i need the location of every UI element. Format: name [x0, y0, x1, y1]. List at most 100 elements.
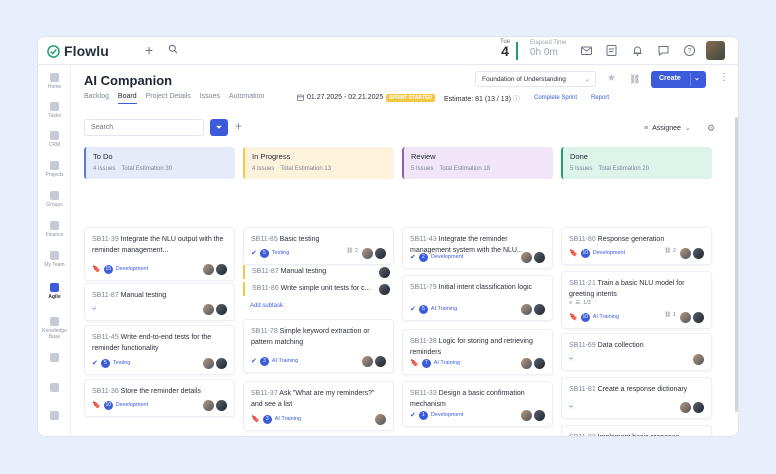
issue-card[interactable]: SB11-45 Write end-to-end tests for the r… — [84, 325, 235, 375]
search-input[interactable] — [84, 119, 204, 136]
avatar[interactable] — [534, 358, 545, 369]
sidebar-item-app-11[interactable] — [38, 411, 71, 420]
avatar[interactable] — [203, 264, 214, 275]
notes-icon[interactable] — [605, 44, 618, 57]
board-settings-icon[interactable]: ⚙ — [707, 123, 715, 134]
logo[interactable]: Flowlu — [47, 43, 109, 59]
issue-card[interactable]: SB11-78 Simple keyword extraction or pat… — [243, 319, 394, 373]
report-link[interactable]: Report — [591, 95, 609, 101]
sidebar-item-agile[interactable]: Agile — [38, 283, 71, 300]
star-icon[interactable]: ★ — [607, 73, 616, 84]
tab-project-details[interactable]: Project Details — [146, 93, 191, 104]
add-subtask-link[interactable]: Add subtask — [243, 302, 394, 309]
avatar[interactable] — [362, 356, 373, 367]
assignees: ⛓ 2 — [346, 248, 386, 259]
issue-card[interactable]: SB11-79 Initial intent classification lo… — [402, 275, 553, 321]
avatar[interactable] — [521, 410, 532, 421]
sidebar-item-app-9[interactable] — [38, 353, 71, 362]
sidebar-item-tasks[interactable]: Tasks — [38, 102, 71, 119]
avatar[interactable] — [375, 356, 386, 367]
avatar[interactable] — [216, 304, 227, 315]
avatar[interactable] — [521, 358, 532, 369]
tab-issues[interactable]: Issues — [200, 93, 220, 104]
calendar-date[interactable]: Tue 4 — [498, 39, 512, 58]
avatar[interactable] — [521, 304, 532, 315]
avatar[interactable] — [375, 414, 386, 425]
help-icon[interactable]: ? — [683, 44, 696, 57]
more-icon[interactable]: ⋮ — [719, 72, 729, 83]
avatar[interactable] — [680, 312, 691, 323]
avatar[interactable] — [534, 410, 545, 421]
sidebar-item-finance[interactable]: Finance — [38, 221, 71, 238]
avatar[interactable] — [375, 248, 386, 259]
add-icon[interactable]: + — [145, 42, 153, 58]
avatar[interactable] — [216, 264, 227, 275]
avatar[interactable] — [216, 400, 227, 411]
bell-icon[interactable] — [631, 44, 644, 57]
link-icon[interactable]: ⛓ — [629, 74, 640, 85]
chevron-down-icon[interactable]: ⌄ — [694, 74, 700, 82]
issue-card[interactable]: SB11-33 Design a basic confirmation mech… — [402, 381, 553, 427]
avatar[interactable] — [693, 354, 704, 365]
vertical-scrollbar[interactable] — [735, 117, 738, 412]
avatar[interactable] — [203, 358, 214, 369]
chat-icon[interactable] — [657, 44, 670, 57]
issue-card[interactable]: SB11-82 Implement basic response selecti… — [561, 425, 712, 436]
search-icon[interactable] — [168, 44, 178, 54]
issue-card[interactable]: SB11-39 Integrate the NLU output with th… — [84, 227, 235, 281]
avatar[interactable] — [362, 248, 373, 259]
avatar[interactable] — [379, 284, 390, 295]
avatar[interactable] — [203, 400, 214, 411]
issue-card[interactable]: SB11-87 Manual testing ⑂ — [84, 283, 235, 321]
tab-automation[interactable]: Automation — [229, 93, 264, 104]
sidebar-item-home[interactable]: Home — [38, 73, 71, 90]
info-icon[interactable]: ⓘ — [513, 96, 520, 103]
filter-button[interactable]: ⏷ — [210, 119, 228, 136]
avatar[interactable] — [693, 312, 704, 323]
assignees — [521, 252, 545, 263]
avatar[interactable] — [680, 248, 691, 259]
add-column-icon[interactable]: + — [235, 119, 242, 133]
avatar[interactable] — [693, 402, 704, 413]
avatar[interactable] — [379, 267, 390, 278]
assignee-label: Assignee — [652, 124, 681, 132]
sidebar-item-projects[interactable]: Projects — [38, 161, 71, 178]
sidebar-item-groups[interactable]: Groups — [38, 191, 71, 208]
sidebar-item-knowledge-base[interactable]: Knowledge Base — [38, 317, 71, 340]
issue-card[interactable]: SB11-38 Logic for storing and retrieving… — [402, 329, 553, 375]
avatar[interactable] — [521, 252, 532, 263]
subtask-row[interactable]: SB11-87 Manual testing — [243, 265, 394, 279]
issue-card[interactable]: SB11-69 Data collection ⑂ — [561, 333, 712, 371]
tab-board[interactable]: Board — [117, 93, 137, 104]
add-subtask-label[interactable]: Add subtask — [250, 303, 283, 309]
issue-card[interactable]: SB11-80 Response generation 🔖 10 Developmen… — [561, 227, 712, 265]
checklist-icon: ☰ — [575, 300, 581, 306]
sidebar-item-my-team[interactable]: My Team — [38, 251, 71, 268]
subtask-row[interactable]: SB11-86 Write simple unit tests for c... — [243, 282, 394, 296]
tab-backlog[interactable]: Backlog — [84, 93, 109, 104]
avatar[interactable] — [693, 248, 704, 259]
issue-card[interactable]: SB11-81 Create a response dictionary ⑂ — [561, 377, 712, 419]
user-avatar[interactable] — [706, 41, 725, 60]
sidebar-item-crm[interactable]: CRM — [38, 131, 71, 148]
create-button[interactable]: Create ⌄ — [651, 71, 706, 88]
card-title: SB11-33 Design a basic confirmation mech… — [410, 388, 545, 410]
sidebar-item-label: Knowledge Base — [42, 328, 67, 340]
complete-sprint-link[interactable]: Complete Sprint — [534, 95, 577, 101]
story-points-badge: 10 — [103, 400, 113, 410]
sidebar-item-app-10[interactable] — [38, 383, 71, 392]
sprint-select[interactable]: Foundation of Understanding ⌄ — [475, 71, 596, 87]
issue-card[interactable]: SB11-21 Train a basic NLU model for gree… — [561, 271, 712, 329]
issue-card[interactable]: SB11-85 Basic testing ✔ 5 Testing ⛓ 2 — [243, 227, 394, 265]
elapsed-time[interactable]: Elapsed Time 0h 0m — [530, 40, 566, 58]
issue-card[interactable]: SB11-37 Ask "What are my reminders?" and… — [243, 381, 394, 431]
avatar[interactable] — [680, 402, 691, 413]
issue-card[interactable]: SB11-43 Integrate the reminder managemen… — [402, 227, 553, 269]
avatar[interactable] — [534, 304, 545, 315]
avatar[interactable] — [534, 252, 545, 263]
issue-card[interactable]: SB11-36 Store the reminder details 🔖 10 Dev… — [84, 379, 235, 417]
mail-icon[interactable] — [580, 44, 593, 57]
avatar[interactable] — [216, 358, 227, 369]
group-by-assignee[interactable]: ≡ Assignee ⌄ — [644, 124, 691, 133]
avatar[interactable] — [203, 304, 214, 315]
